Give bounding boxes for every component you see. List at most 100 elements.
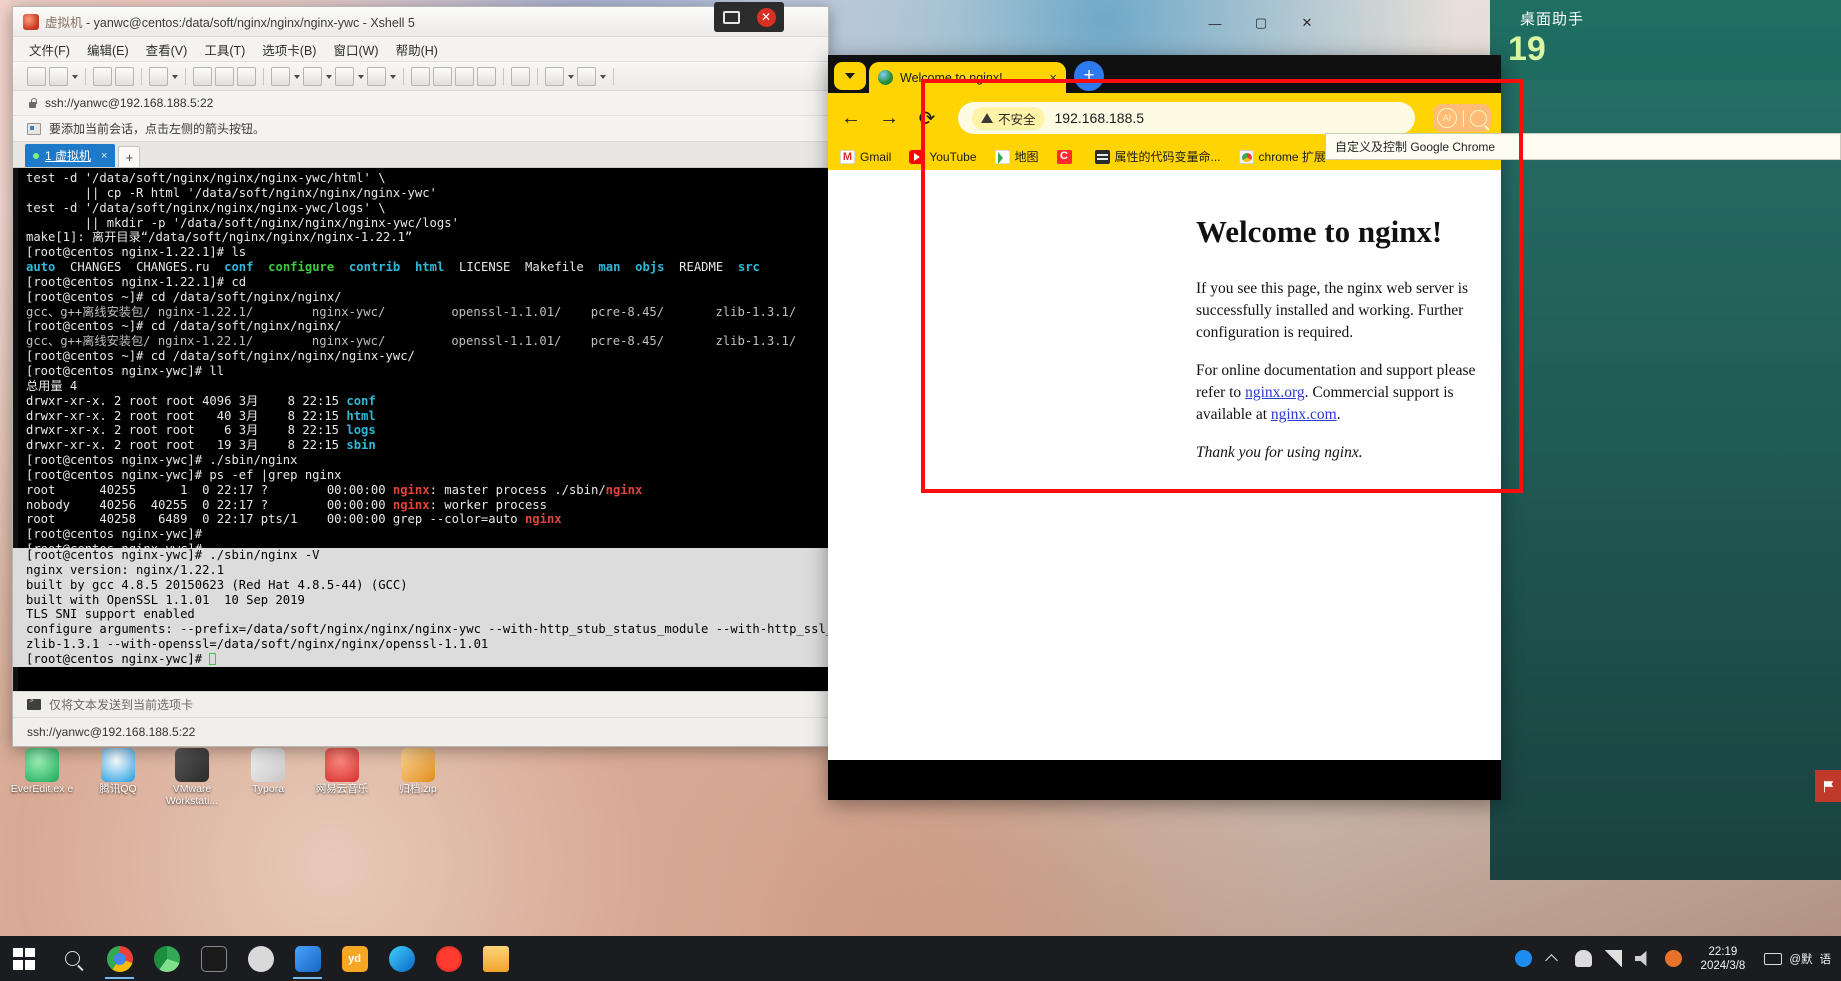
terminal-viewport[interactable]: test -d '/data/soft/nginx/nginx/nginx-yw…: [13, 168, 828, 691]
menu-tools[interactable]: 工具(T): [204, 40, 245, 59]
add-icon[interactable]: [545, 67, 564, 86]
xshell-menubar[interactable]: 文件(F) 编辑(E) 查看(V) 工具(T) 选项卡(B) 窗口(W) 帮助(…: [13, 37, 828, 62]
bookmark-code-variable-naming[interactable]: 属性的代码变量命...: [1095, 148, 1221, 165]
desktop-helper-panel[interactable]: 桌面助手 19: [1490, 0, 1841, 880]
menu-window[interactable]: 窗口(W): [333, 40, 378, 59]
close-button[interactable]: ✕: [1284, 8, 1330, 38]
disconnect-icon[interactable]: [115, 67, 134, 86]
log-chevron-down-icon[interactable]: [325, 68, 332, 84]
chrome-tabstrip[interactable]: Welcome to nginx! × +: [828, 55, 1501, 93]
url-text[interactable]: 192.168.188.5: [1055, 110, 1145, 126]
volume-icon[interactable]: [1635, 950, 1652, 967]
taskbar-app-opera[interactable]: [425, 936, 472, 981]
help-icon[interactable]: [621, 67, 640, 86]
bookmark-c[interactable]: [1057, 150, 1077, 164]
minimize-button[interactable]: —: [1192, 8, 1238, 38]
font-icon[interactable]: [367, 67, 386, 86]
chrome-window[interactable]: Welcome to nginx! × + ← → ⟳ 不安全 192.168.…: [828, 55, 1501, 800]
taskbar-app-chrome[interactable]: [96, 936, 143, 981]
bookmark-youtube[interactable]: YouTube: [909, 150, 976, 164]
desktop-icon-vmware[interactable]: VMware Workstati...: [150, 748, 234, 807]
taskbar-app-xshell[interactable]: [284, 936, 331, 981]
close-icon[interactable]: ×: [101, 150, 107, 162]
tab-vm-1[interactable]: 1 虚拟机 ×: [25, 144, 115, 167]
bookmark-chrome-extensions[interactable]: chrome 扩展: [1239, 148, 1326, 165]
side-float-button[interactable]: [1815, 770, 1841, 802]
network-icon[interactable]: [1605, 950, 1622, 967]
maximize-button[interactable]: ▢: [1238, 8, 1284, 38]
taskbar-app-explorer[interactable]: [472, 936, 519, 981]
open-session-icon[interactable]: [49, 67, 68, 86]
taskbar-search-button[interactable]: [48, 936, 96, 981]
xshell-address-bar[interactable]: ssh://yanwc@192.168.188.5:22: [13, 91, 828, 116]
new-tab-icon[interactable]: [149, 67, 168, 86]
start-button[interactable]: [0, 936, 48, 981]
new-tab-button[interactable]: +: [1074, 61, 1104, 91]
xshell-toolbar[interactable]: [13, 62, 828, 91]
forward-button[interactable]: →: [876, 107, 902, 130]
desktop-icon-netease-music[interactable]: 网易云音乐: [300, 748, 384, 795]
close-icon[interactable]: ×: [1049, 70, 1057, 85]
desktop-icon-everedit[interactable]: EverEdit.ex e: [0, 748, 84, 795]
find-icon[interactable]: [237, 67, 256, 86]
new-session-icon[interactable]: [27, 67, 46, 86]
system-tray[interactable]: 22:19 2024/3/8 @默 语: [1515, 945, 1841, 973]
screen-share-toolbar[interactable]: ✕: [714, 2, 784, 32]
desktop-icon-archive-zip[interactable]: 归档.zip: [376, 748, 460, 795]
menu-tabs[interactable]: 选项卡(B): [262, 40, 316, 59]
layout-icon[interactable]: [577, 67, 596, 86]
tab-search-button[interactable]: [834, 62, 866, 90]
compose-icon[interactable]: [455, 67, 474, 86]
bookmark-gmail[interactable]: Gmail: [840, 150, 891, 164]
session-address[interactable]: ssh://yanwc@192.168.188.5:22: [45, 96, 213, 110]
new-tab-button[interactable]: +: [118, 146, 140, 167]
print-icon[interactable]: [271, 67, 290, 86]
calculator-icon[interactable]: [511, 67, 530, 86]
stop-sharing-icon[interactable]: ✕: [757, 8, 776, 27]
print-chevron-down-icon[interactable]: [293, 68, 300, 84]
connect-icon[interactable]: [93, 67, 112, 86]
onedrive-icon[interactable]: [1575, 950, 1592, 967]
nginx-org-link[interactable]: nginx.org: [1245, 384, 1305, 401]
ime-indicator[interactable]: @默 语: [1764, 951, 1831, 967]
font-chevron-down-icon[interactable]: [389, 68, 396, 84]
ssh-key-icon[interactable]: [411, 67, 430, 86]
layout-chevron-down-icon[interactable]: [599, 68, 606, 84]
open-session-chevron-down-icon[interactable]: [71, 68, 78, 84]
cast-icon[interactable]: [723, 11, 740, 24]
taskbar-app-settings[interactable]: [237, 936, 284, 981]
log-icon[interactable]: [303, 67, 322, 86]
menu-edit[interactable]: 编辑(E): [87, 40, 129, 59]
reload-button[interactable]: ⟳: [914, 106, 940, 131]
windows-taskbar[interactable]: yd 22:19 2024/3/8 @默 语: [0, 936, 1841, 981]
xshell-statusbar[interactable]: 仅将文本发送到当前选项卡: [13, 691, 828, 717]
omnibox[interactable]: 不安全 192.168.188.5: [958, 102, 1415, 134]
transfer-chevron-down-icon[interactable]: [357, 68, 364, 84]
window-controls[interactable]: — ▢ ✕: [1140, 7, 1330, 39]
xshell-tabbar[interactable]: 1 虚拟机 × +: [13, 142, 828, 168]
desktop-icon-typora[interactable]: Typora: [226, 748, 310, 795]
taskbar-app-yd[interactable]: yd: [331, 936, 378, 981]
taskbar-app-terminal[interactable]: [190, 936, 237, 981]
back-button[interactable]: ←: [838, 107, 864, 130]
tab-welcome-to-nginx[interactable]: Welcome to nginx! ×: [869, 62, 1066, 93]
tunnel-icon[interactable]: [433, 67, 452, 86]
search-icon[interactable]: [1470, 110, 1487, 127]
add-chevron-down-icon[interactable]: [567, 68, 574, 84]
sogou-icon[interactable]: [1515, 950, 1532, 967]
xshell-titlebar[interactable]: 虚拟机 - yanwc@centos:/data/soft/nginx/ngin…: [13, 7, 828, 37]
menu-view[interactable]: 查看(V): [146, 40, 188, 59]
bookmark-maps[interactable]: 地图: [995, 148, 1039, 165]
lock-icon[interactable]: [477, 67, 496, 86]
ai-search-pill[interactable]: AI: [1433, 104, 1491, 132]
new-tab-chevron-down-icon[interactable]: [171, 68, 178, 84]
xshell-session-notice[interactable]: 要添加当前会话，点击左侧的箭头按钮。: [13, 116, 828, 142]
desktop-icon-qq[interactable]: 腾讯QQ: [76, 748, 160, 795]
copy-icon[interactable]: [193, 67, 212, 86]
paste-icon[interactable]: [215, 67, 234, 86]
menu-help[interactable]: 帮助(H): [396, 40, 438, 59]
taskbar-app-edge[interactable]: [378, 936, 425, 981]
notes-icon[interactable]: [643, 67, 662, 86]
show-hidden-icons-chevron-up-icon[interactable]: [1545, 950, 1562, 967]
taskbar-clock[interactable]: 22:19 2024/3/8: [1695, 945, 1752, 973]
